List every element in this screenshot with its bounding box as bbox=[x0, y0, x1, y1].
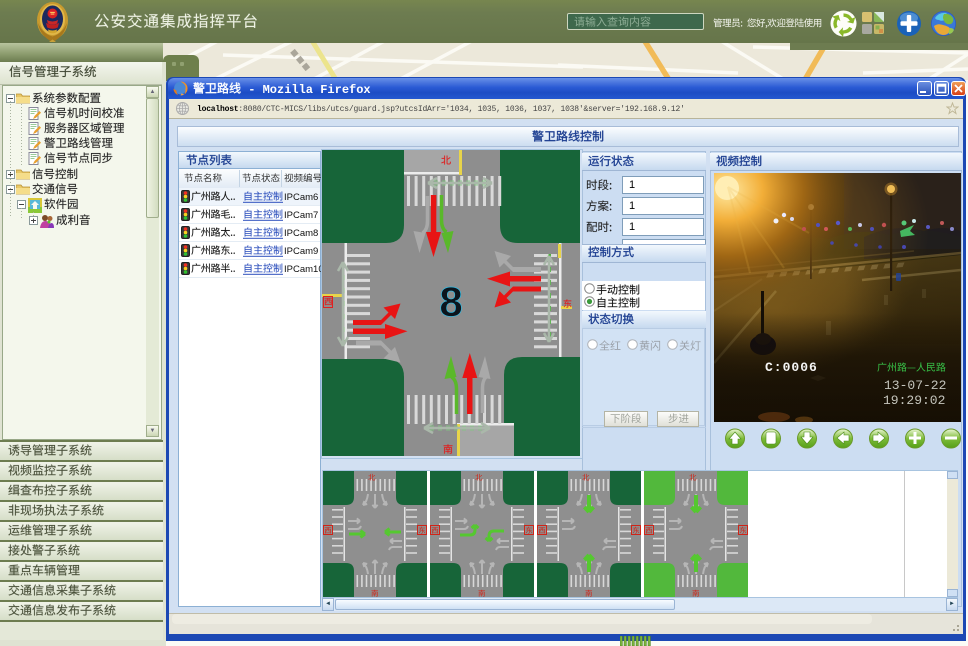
svg-text:8: 8 bbox=[439, 278, 462, 325]
